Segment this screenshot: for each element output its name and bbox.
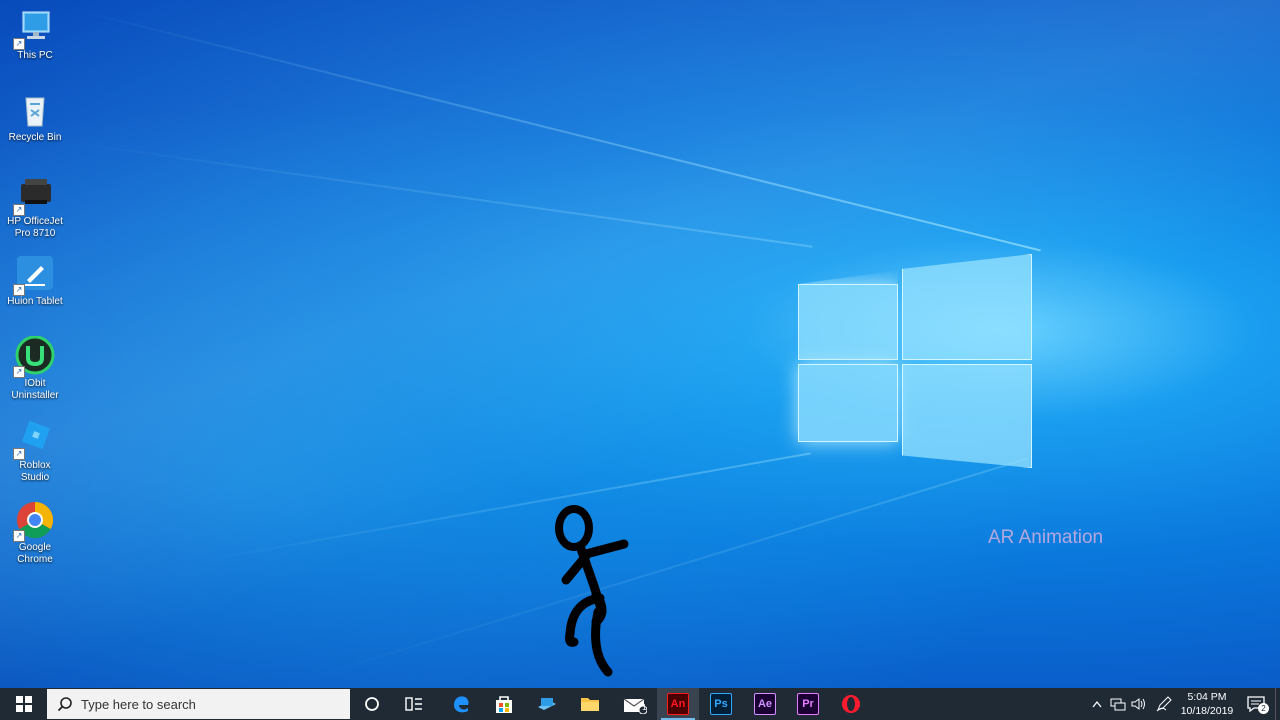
desktop-icon-iobit-uninstaller[interactable]: ↗ IObit Uninstaller <box>0 335 70 402</box>
tray-overflow-button[interactable] <box>1088 688 1106 720</box>
desktop-icon-label: Roblox Studio <box>19 460 51 483</box>
desktop-icon-roblox-studio[interactable]: ↗ Roblox Studio <box>0 418 70 484</box>
computer-icon: ↗ <box>13 8 57 50</box>
taskbar-app-opera[interactable] <box>830 688 872 720</box>
action-center-button[interactable]: 2 <box>1242 688 1270 720</box>
volume-icon <box>1131 698 1145 710</box>
desktop-icon-label: Google Chrome <box>17 542 53 565</box>
desktop-icon-hp-officejet[interactable]: ↗ HP OfficeJet Pro 8710 <box>0 174 70 240</box>
windows-start-icon <box>15 696 32 712</box>
show-desktop-button[interactable] <box>1275 688 1280 720</box>
after-effects-icon: Ae <box>754 693 776 715</box>
desktop: ↗ This PC Recycle Bin ↗ HP OfficeJet Pro… <box>0 0 1280 688</box>
taskbar-app-file-explorer[interactable] <box>569 688 611 720</box>
search-box[interactable]: Type here to search <box>47 689 350 719</box>
task-view-button[interactable] <box>394 688 434 720</box>
recycle-bin-icon <box>13 90 57 130</box>
cortana-icon <box>365 697 379 711</box>
logo-pane <box>902 364 1032 468</box>
printer-icon: ↗ <box>13 174 57 216</box>
folder-icon <box>581 698 599 711</box>
mail-badge: 1 <box>642 703 647 712</box>
logo-pane <box>798 284 898 360</box>
shortcut-arrow-icon: ↗ <box>13 38 25 50</box>
stick-figure[interactable] <box>550 502 640 682</box>
chevron-up-icon <box>1092 700 1102 708</box>
search-icon <box>57 697 72 712</box>
taskbar: Type here to search 1 An Ps Ae Pr 5:04 P… <box>0 688 1280 720</box>
network-icon <box>1110 698 1126 711</box>
computer-icon <box>538 698 556 710</box>
taskbar-app-photoshop[interactable]: Ps <box>700 688 742 720</box>
roblox-studio-icon: ↗ <box>13 418 57 460</box>
start-button[interactable] <box>0 688 47 720</box>
shortcut-arrow-icon: ↗ <box>13 204 25 216</box>
taskbar-app-store[interactable] <box>483 688 525 720</box>
tablet-pen-icon: ↗ <box>13 254 57 296</box>
light-beam <box>299 457 1028 682</box>
tray-pen[interactable] <box>1154 688 1174 720</box>
logo-pane <box>798 364 898 442</box>
logo-pane <box>902 254 1032 360</box>
desktop-icon-label: This PC <box>17 50 53 61</box>
taskbar-clock[interactable]: 5:04 PM 10/18/2019 <box>1176 690 1238 718</box>
desktop-icon-this-pc[interactable]: ↗ This PC <box>0 8 70 62</box>
shortcut-arrow-icon: ↗ <box>13 284 25 296</box>
taskbar-app-this-pc[interactable] <box>526 688 568 720</box>
chrome-icon: ↗ <box>13 500 57 542</box>
edge-icon <box>454 696 469 713</box>
watermark-text: AR Animation <box>988 527 1104 548</box>
premiere-icon: Pr <box>797 693 819 715</box>
search-placeholder: Type here to search <box>81 696 196 712</box>
taskbar-app-premiere[interactable]: Pr <box>787 688 829 720</box>
windows-logo <box>798 254 1032 468</box>
notification-count: 2 <box>1258 703 1269 714</box>
desktop-icon-label: Recycle Bin <box>8 132 62 143</box>
task-view-icon <box>405 697 422 711</box>
opera-icon <box>842 695 860 713</box>
light-beam <box>79 10 1041 252</box>
animate-icon: An <box>667 693 689 715</box>
desktop-icon-recycle-bin[interactable]: Recycle Bin <box>0 90 70 144</box>
desktop-icon-google-chrome[interactable]: ↗ Google Chrome <box>0 500 70 566</box>
shortcut-arrow-icon: ↗ <box>13 448 25 460</box>
taskbar-app-animate[interactable]: An <box>657 688 699 720</box>
taskbar-app-mail[interactable]: 1 <box>613 688 657 720</box>
iobit-uninstaller-icon: ↗ <box>13 335 57 378</box>
tray-network[interactable] <box>1108 688 1128 720</box>
desktop-icon-label: IObit Uninstaller <box>11 378 59 401</box>
cortana-button[interactable] <box>352 688 392 720</box>
desktop-icon-huion-tablet[interactable]: ↗ Huion Tablet <box>0 254 70 308</box>
clock-date: 10/18/2019 <box>1180 705 1234 717</box>
store-icon <box>496 696 512 713</box>
light-beam <box>199 452 811 562</box>
desktop-icon-label: HP OfficeJet Pro 8710 <box>7 216 63 239</box>
shortcut-arrow-icon: ↗ <box>13 366 25 378</box>
desktop-icon-label: Huion Tablet <box>7 296 63 307</box>
shortcut-arrow-icon: ↗ <box>13 530 25 542</box>
pen-icon <box>1156 696 1172 712</box>
photoshop-icon: Ps <box>710 693 732 715</box>
clock-time: 5:04 PM <box>1187 691 1227 703</box>
light-beam <box>59 140 813 248</box>
tray-volume[interactable] <box>1129 688 1149 720</box>
taskbar-app-after-effects[interactable]: Ae <box>744 688 786 720</box>
taskbar-app-edge[interactable] <box>440 688 482 720</box>
